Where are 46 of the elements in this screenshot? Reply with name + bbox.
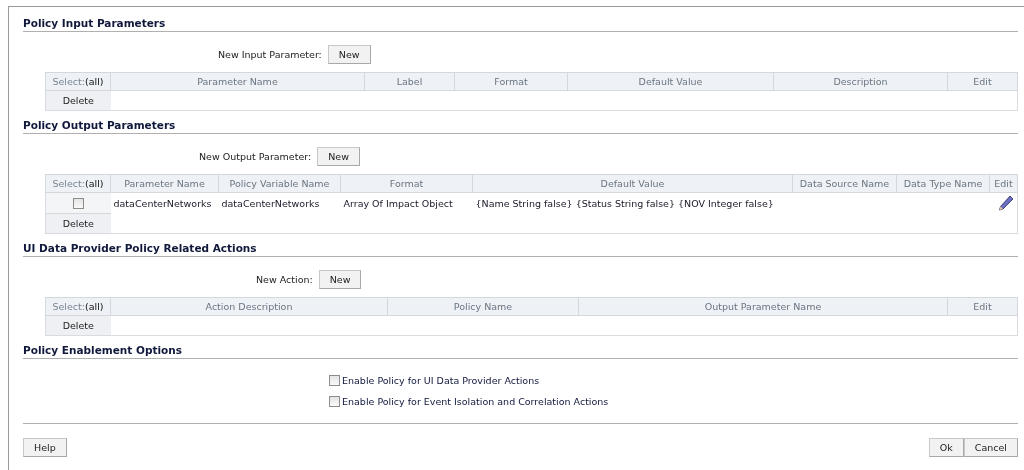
table-cell: {Name String false} {Status String false} {NOV Integer false} — [472, 192, 793, 214]
column-header: Edit — [989, 174, 1018, 193]
select-all-link[interactable]: (all) — [85, 178, 104, 189]
column-header: Output Parameter Name — [578, 297, 948, 316]
column-header: Data Source Name — [792, 174, 897, 193]
column-header: Default Value — [472, 174, 793, 193]
column-header: Label — [364, 72, 455, 91]
select-all-link[interactable]: (all) — [85, 76, 104, 87]
column-header: Parameter Name — [110, 72, 365, 91]
row-checkbox[interactable] — [72, 198, 84, 209]
new-label: New Input Parameter: — [218, 48, 322, 60]
table-cell: Array Of Impact Object — [340, 192, 473, 214]
pencil-icon[interactable] — [998, 195, 1014, 212]
new-button[interactable]: New — [327, 44, 371, 64]
new-label: New Output Parameter: — [199, 150, 312, 162]
select-all-link[interactable]: (all) — [85, 301, 104, 312]
select-label: Select: — [52, 178, 85, 189]
column-header: Description — [773, 72, 948, 91]
column-header: Action Description — [110, 297, 388, 316]
column-header: Default Value — [567, 72, 774, 91]
column-header: Policy Name — [387, 297, 579, 316]
new-label: New Action: — [256, 273, 313, 285]
column-header: Policy Variable Name — [218, 174, 341, 193]
option-checkbox[interactable] — [329, 396, 340, 407]
table-cell: dataCenterNetworks — [218, 192, 341, 214]
cancel-button[interactable]: Cancel — [963, 438, 1018, 457]
option-label: Enable Policy for Event Isolation and Correlation Actions — [342, 396, 609, 407]
column-header: Format — [340, 174, 473, 193]
section-title: Policy Output Parameters — [23, 119, 1018, 134]
section-title: UI Data Provider Policy Related Actions — [23, 242, 1018, 257]
column-header: Edit — [947, 297, 1018, 316]
select-label: Select: — [52, 76, 85, 87]
column-header: Parameter Name — [110, 174, 219, 193]
help-button[interactable]: Help — [23, 438, 67, 457]
select-label: Select: — [52, 301, 85, 312]
ok-button[interactable]: Ok — [928, 438, 964, 457]
section-title: Policy Input Parameters — [23, 17, 1018, 32]
option-checkbox[interactable] — [329, 375, 340, 386]
column-header: Format — [454, 72, 568, 91]
column-header: Data Type Name — [896, 174, 990, 193]
new-button[interactable]: New — [318, 269, 362, 289]
table-cell: dataCenterNetworks — [110, 192, 219, 214]
new-button[interactable]: New — [317, 146, 360, 166]
option-label: Enable Policy for UI Data Provider Actions — [342, 375, 540, 386]
section-title: Policy Enablement Options — [23, 344, 1018, 359]
column-header: Edit — [947, 72, 1018, 91]
